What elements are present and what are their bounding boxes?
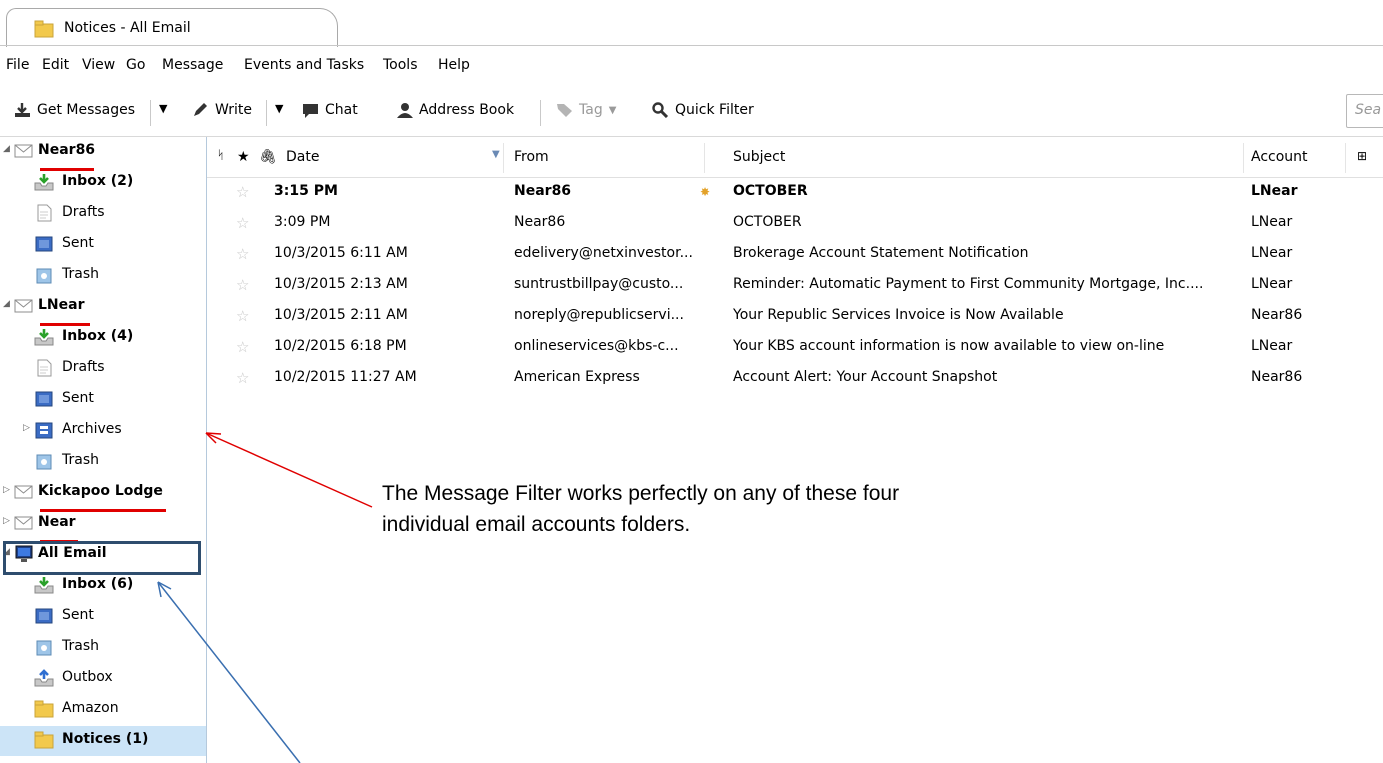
red-arrow-line: [205, 432, 373, 508]
blue-arrow-line: [157, 581, 301, 763]
annotation-arrows: [157, 432, 373, 763]
